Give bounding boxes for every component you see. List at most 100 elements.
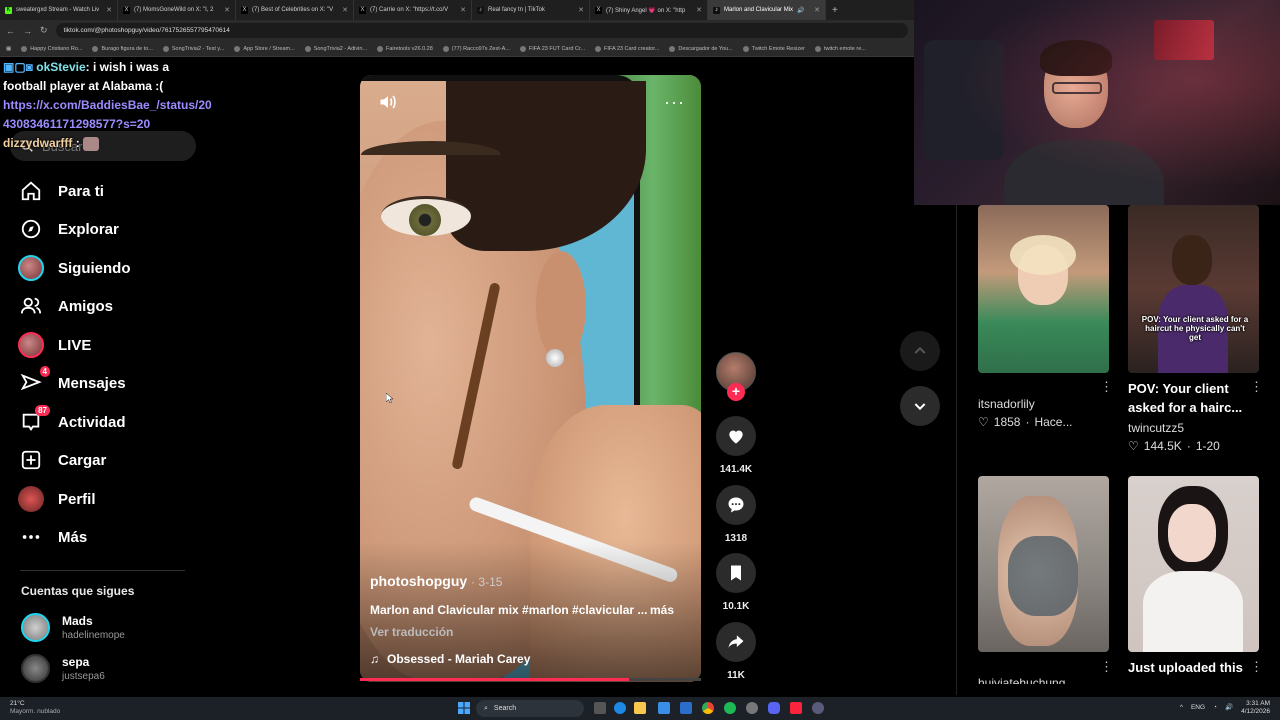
like-button[interactable]: 141.4K [714, 416, 758, 475]
sidebar-item-live[interactable]: LIVE [18, 330, 188, 360]
taskbar-clock[interactable]: 3:31 AM 4/12/2026 [1241, 700, 1270, 716]
taskbar-search[interactable]: ⌕ Search [476, 700, 584, 717]
bookmark-item[interactable]: Happy Cristiano Ro... [21, 45, 82, 52]
video-thumbnail[interactable] [1128, 476, 1259, 652]
browser-tab-active[interactable]: ♪ Marlon and Clavicular Mix 🔊 ✕ [708, 0, 826, 20]
video-username[interactable]: itsnadorlily [978, 397, 1109, 411]
comment-button[interactable]: 1318 [714, 485, 758, 544]
video-title[interactable]: POV: Your client asked for a hairc... [1128, 379, 1259, 417]
close-icon[interactable]: ✕ [106, 6, 112, 14]
video-title[interactable]: Just uploaded this [1128, 658, 1259, 677]
sidebar-item-cargar[interactable]: Cargar [18, 445, 188, 475]
obs-icon[interactable] [746, 702, 758, 714]
video-thumbnail[interactable]: POV: Your client asked for a haircut he … [1128, 205, 1259, 373]
file-explorer-icon[interactable] [634, 702, 646, 714]
discord-icon[interactable] [768, 702, 780, 714]
video-username[interactable]: huiviatehuchung [978, 676, 1109, 684]
followed-account[interactable]: Mads hadelinemope [21, 613, 125, 642]
back-icon[interactable]: ← [6, 26, 15, 36]
forward-icon[interactable]: → [23, 26, 32, 36]
video-username[interactable]: twincutzz5 [1128, 421, 1259, 435]
volume-icon[interactable] [378, 92, 398, 112]
translate-link[interactable]: Ver traducción [370, 625, 453, 639]
close-icon[interactable]: ✕ [342, 6, 348, 14]
wifi-icon[interactable]: ◔ [1213, 704, 1217, 712]
save-button[interactable]: 10.1K [714, 553, 758, 612]
bookmark-item[interactable]: Fairetools v26.0.28 [377, 45, 433, 52]
windows-start-icon[interactable] [458, 702, 470, 714]
browser-tab[interactable]: X (7) MomsGoneWild on X: "I, 2 ✕ [118, 0, 236, 20]
followed-account[interactable]: sepa justsepa6 [21, 654, 105, 683]
video-thumbnail[interactable] [978, 476, 1109, 652]
browser-tab[interactable]: X (7) Carrie on X: "https://t.co/V ✕ [354, 0, 472, 20]
weather-widget[interactable]: 21°C Mayorm. nublado [10, 700, 60, 716]
author-name[interactable]: photoshopguy [370, 573, 467, 589]
apps-grid-icon[interactable]: ▦ [6, 46, 11, 52]
sidebar-item-explorar[interactable]: Explorar [18, 214, 188, 244]
more-options-icon[interactable]: ··· [664, 92, 685, 113]
task-view-icon[interactable] [594, 702, 606, 714]
store-icon[interactable] [658, 702, 670, 714]
language-indicator[interactable]: ENG [1191, 704, 1205, 712]
volume-icon[interactable]: 🔊 [1225, 704, 1233, 712]
sidebar-item-más[interactable]: Más [18, 522, 188, 552]
video-thumbnail[interactable] [978, 205, 1109, 373]
new-tab-button[interactable]: + [826, 5, 844, 16]
video-author[interactable]: photoshopguy · 3-15 [370, 573, 502, 589]
mail-icon[interactable] [680, 702, 692, 714]
streamer-webcam [914, 0, 1280, 205]
spotify-icon[interactable] [724, 702, 736, 714]
bookmark-item[interactable]: (77) Racco97s Zest-A... [442, 45, 510, 52]
sidebar-item-actividad[interactable]: 87 Actividad [18, 405, 188, 437]
follow-button[interactable]: + [727, 383, 745, 401]
edge-icon[interactable] [614, 702, 626, 714]
related-video-card[interactable]: POV: Your client asked for a haircut he … [1128, 205, 1263, 453]
close-icon[interactable]: ✕ [224, 6, 230, 14]
video-sound[interactable]: ♫ Obsessed - Mariah Carey [370, 652, 530, 666]
sidebar-item-perfil[interactable]: Perfil [18, 484, 188, 514]
related-video-card[interactable]: Just uploaded this ⋮ [1128, 476, 1263, 677]
related-video-card[interactable]: huiviatehuchung ⋮ [978, 476, 1113, 684]
browser-tab[interactable]: ♪ Real fancy tn | TikTok ✕ [472, 0, 590, 20]
chrome-icon[interactable] [702, 702, 714, 714]
music-icon[interactable] [790, 702, 802, 714]
close-icon[interactable]: ✕ [696, 6, 702, 14]
close-icon[interactable]: ✕ [814, 6, 820, 14]
bookmark-item[interactable]: App Store / Stream... [234, 45, 295, 52]
bookmark-item[interactable]: FIFA 23 FUT Card Cr... [519, 45, 585, 52]
browser-tab[interactable]: X (7) Shiny Angel 💗 on X: "http ✕ [590, 0, 708, 20]
sidebar-item-siguiendo[interactable]: Siguiendo [18, 253, 188, 283]
video-player[interactable] [360, 75, 701, 682]
next-video-button[interactable] [900, 386, 940, 426]
bookmark-item[interactable]: FIFA 23 Card creator... [595, 45, 659, 52]
chat-link[interactable]: https://x.com/BaddiesBae_/status/2043083… [3, 96, 213, 134]
reload-icon[interactable]: ↻ [40, 25, 48, 36]
close-icon[interactable]: ✕ [460, 6, 466, 14]
video-meta: ♡ 1858 · Hace... [978, 415, 1109, 429]
bookmark-item[interactable]: SongTrivia2 - Test y... [162, 45, 224, 52]
video-progress-bar[interactable] [360, 678, 701, 681]
speaker-icon[interactable]: 🔊 [797, 7, 804, 14]
url-field[interactable]: tiktok.com/@photoshopguy/video/761752655… [55, 23, 908, 38]
close-icon[interactable]: ✕ [578, 6, 584, 14]
bookmark-item[interactable]: SongTrivia2 - Adivin... [304, 45, 367, 52]
more-options-icon[interactable]: ⋮ [1250, 659, 1263, 675]
app-icon[interactable] [812, 702, 824, 714]
previous-video-button[interactable] [900, 331, 940, 371]
more-options-icon[interactable]: ⋮ [1100, 379, 1113, 395]
more-options-icon[interactable]: ⋮ [1250, 379, 1263, 395]
tray-chevron-icon[interactable]: ^ [1180, 704, 1183, 712]
share-button[interactable]: 11K [714, 622, 758, 681]
sidebar-item-mensajes[interactable]: 4 Mensajes [18, 366, 188, 398]
bookmark-item[interactable]: Twitch Emote Resizer [742, 45, 805, 52]
bookmark-item[interactable]: Burago figura de to... [92, 45, 153, 52]
bookmark-item[interactable]: Descargador de You... [669, 45, 733, 52]
browser-tab[interactable]: Ksweatergxd Stream - Watch Liv ✕ [0, 0, 118, 20]
sidebar-item-amigos[interactable]: Amigos [18, 291, 188, 321]
browser-tab[interactable]: X (7) Best of Celebrities on X: "V ✕ [236, 0, 354, 20]
more-link[interactable]: más [650, 603, 674, 617]
sidebar-item-para-ti[interactable]: Para ti [18, 176, 188, 206]
more-options-icon[interactable]: ⋮ [1100, 659, 1113, 675]
related-video-card[interactable]: itsnadorlily ♡ 1858 · Hace... ⋮ [978, 205, 1113, 429]
bookmark-item[interactable]: twitch emote re... [814, 45, 866, 52]
